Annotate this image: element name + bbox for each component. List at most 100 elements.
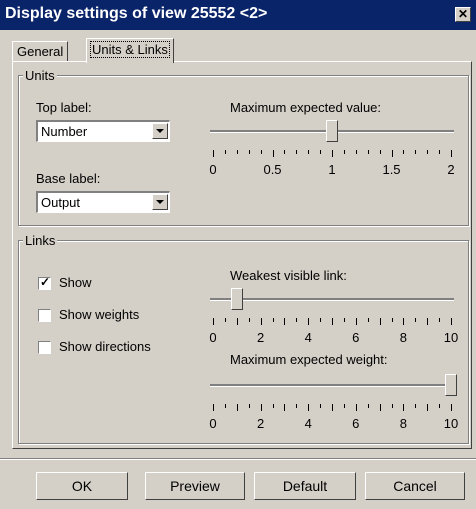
slider-track[interactable] [210, 384, 454, 387]
slider-tick [308, 318, 310, 325]
weakest-link-slider[interactable]: 0 2 4 6 8 10 [209, 288, 461, 348]
slider-tick [272, 404, 274, 408]
slider-tick [367, 150, 369, 154]
slider-tick-label: 0 [209, 416, 217, 431]
max-weight-slider[interactable]: 0 2 4 6 8 10 [209, 374, 461, 434]
slider-tick [296, 318, 298, 322]
slider-tick [320, 404, 322, 408]
base-label-value: Output [41, 195, 81, 210]
slider-tick-label: 0 [209, 162, 217, 177]
show-directions-label[interactable]: Show directions [59, 339, 151, 354]
slider-tick [415, 318, 417, 322]
slider-tick [451, 404, 452, 411]
chevron-down-icon[interactable] [152, 194, 168, 210]
slider-tick [343, 404, 345, 408]
show-weights-checkbox[interactable] [38, 309, 51, 322]
slider-tick-label: 0.5 [263, 162, 282, 177]
slider-tick [272, 150, 274, 157]
slider-tick [403, 318, 405, 325]
top-label-value: Number [41, 124, 88, 139]
slider-tick-label: 0 [209, 330, 217, 345]
slider-tick [343, 150, 345, 154]
slider-tick [248, 318, 250, 322]
base-label-caption: Base label: [36, 171, 101, 186]
slider-tick-label: 4 [304, 416, 312, 431]
ok-button[interactable]: OK [36, 472, 128, 500]
slider-tick [415, 150, 417, 154]
slider-tick [439, 318, 441, 322]
max-weight-caption: Maximum expected weight: [230, 352, 388, 367]
slider-tick [355, 150, 357, 154]
tab-general[interactable]: General [12, 41, 69, 61]
slider-tick-label: 4 [304, 330, 312, 345]
slider-tick [379, 318, 381, 325]
slider-thumb[interactable] [326, 120, 338, 148]
slider-tick [379, 150, 381, 154]
slider-tick [355, 404, 357, 411]
default-button[interactable]: Default [254, 472, 356, 500]
slider-tick [284, 318, 286, 325]
slider-tick [439, 150, 441, 154]
top-label-select[interactable]: Number [36, 120, 170, 142]
slider-tick [236, 150, 238, 154]
slider-tick [427, 404, 429, 411]
slider-tick [236, 318, 238, 325]
slider-tick-label: 6 [352, 416, 360, 431]
slider-tick-label: 2 [256, 330, 265, 345]
links-group-title: Links [23, 233, 58, 248]
slider-tick [439, 404, 441, 408]
slider-tick [284, 150, 286, 154]
slider-tick [260, 150, 262, 154]
slider-tick [308, 404, 310, 411]
show-weights-label[interactable]: Show weights [59, 307, 139, 322]
slider-tick-label: 10 [443, 416, 459, 431]
slider-tick [224, 318, 226, 322]
slider-tick [332, 150, 333, 157]
tab-units-links-label: Units & Links [90, 41, 170, 58]
slider-tick [427, 318, 429, 325]
slider-tick-label: 10 [443, 330, 459, 345]
preview-button[interactable]: Preview [145, 472, 245, 500]
slider-thumb[interactable] [230, 288, 243, 316]
slider-tick-label: 2 [447, 162, 455, 177]
show-directions-checkbox[interactable] [38, 341, 51, 354]
tab-units-links[interactable]: Units & Links [86, 38, 174, 63]
slider-tick [415, 404, 417, 408]
slider-tick [355, 318, 357, 325]
slider-tick-label: 1.5 [382, 162, 401, 177]
slider-tick [332, 318, 333, 325]
slider-tick [296, 404, 298, 408]
slider-tick [367, 404, 369, 408]
slider-tick [320, 318, 322, 322]
max-value-caption: Maximum expected value: [230, 100, 382, 115]
window-title: Display settings of view 25552 <2> [5, 5, 268, 22]
show-links-label[interactable]: Show [59, 275, 92, 290]
top-label-caption: Top label: [36, 100, 92, 115]
slider-tick [451, 150, 452, 157]
close-button[interactable]: ✕ [455, 7, 471, 22]
separator [0, 458, 476, 460]
slider-tick-label: 1 [328, 162, 336, 177]
slider-thumb[interactable] [445, 374, 457, 402]
title-bar[interactable]: Display settings of view 25552 <2> ✕ [0, 0, 476, 30]
weakest-link-caption: Weakest visible link: [230, 268, 347, 283]
slider-tick [213, 318, 214, 325]
cancel-button[interactable]: Cancel [365, 472, 465, 500]
slider-tick [391, 150, 393, 157]
slider-tick-label: 8 [399, 330, 408, 345]
slider-tick [332, 404, 333, 411]
slider-track[interactable] [210, 298, 454, 301]
slider-tick [213, 150, 214, 157]
slider-tick [296, 150, 298, 154]
slider-tick [236, 404, 238, 411]
chevron-down-icon[interactable] [152, 123, 168, 139]
show-links-checkbox[interactable]: ✓ [38, 275, 51, 290]
slider-tick [391, 404, 393, 408]
check-icon: ✓ [40, 275, 51, 289]
base-label-select[interactable]: Output [36, 191, 170, 213]
slider-tick [248, 150, 250, 154]
max-value-slider[interactable]: 0 0.5 1 1.5 2 [209, 120, 461, 180]
slider-tick [391, 318, 393, 322]
slider-tick [248, 404, 250, 408]
slider-tick [213, 404, 214, 411]
